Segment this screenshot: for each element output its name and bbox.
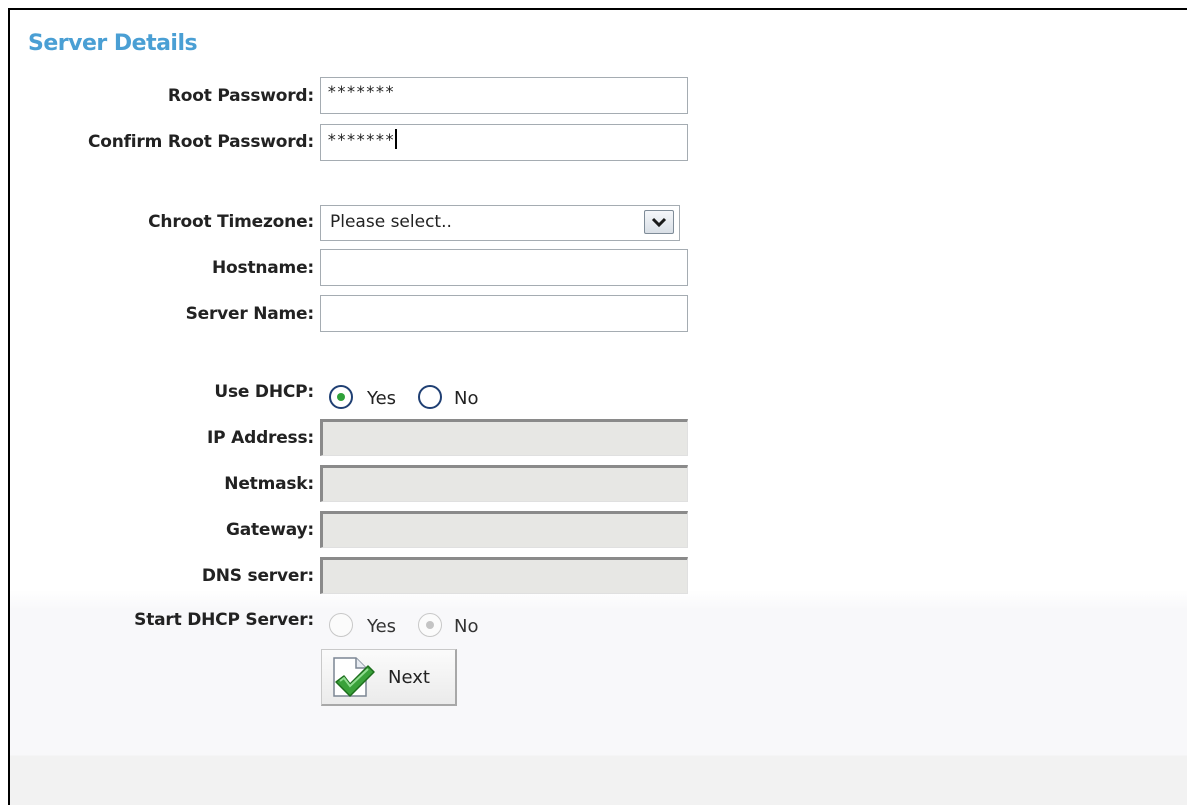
next-button[interactable]: Next [321,649,457,706]
gateway-label: Gateway: [225,520,314,540]
server-name-field[interactable] [320,295,688,332]
checkmark-document-icon [333,657,375,697]
hostname-label: Hostname: [212,258,314,278]
chroot-timezone-label: Chroot Timezone: [148,212,314,232]
ip-address-label: IP Address: [207,428,314,448]
use-dhcp-yes-label[interactable]: Yes [367,388,396,409]
next-button-label: Next [388,667,430,688]
root-password-field[interactable]: ******* [320,77,688,114]
text-caret [395,129,398,149]
chroot-timezone-selected: Please select.. [330,212,452,232]
start-dhcp-no-radio [418,613,442,637]
start-dhcp-no-label: No [454,616,479,637]
dns-server-field [320,557,688,594]
netmask-field [320,465,688,502]
start-dhcp-yes-label: Yes [367,616,397,637]
start-dhcp-server-label: Start DHCP Server: [134,610,314,630]
server-name-label: Server Name: [185,304,315,324]
netmask-label: Netmask: [224,474,314,494]
root-password-value: ******* [327,82,395,101]
page-title: Server Details [28,31,198,56]
use-dhcp-no-radio[interactable] [418,385,442,409]
use-dhcp-no-label[interactable]: No [454,388,478,409]
gateway-field [320,511,688,548]
chevron-down-icon[interactable] [644,210,674,234]
confirm-root-password-field[interactable]: ******* [320,124,688,161]
use-dhcp-yes-radio[interactable] [329,385,353,409]
confirm-root-password-value: ******* [327,130,395,149]
ip-address-field [320,419,688,456]
start-dhcp-yes-radio [329,613,353,637]
confirm-root-password-label: Confirm Root Password: [87,132,314,152]
root-password-label: Root Password: [167,86,314,106]
use-dhcp-label: Use DHCP: [214,382,314,402]
chroot-timezone-select[interactable]: Please select.. [320,205,680,241]
hostname-field[interactable] [320,249,688,286]
dns-server-label: DNS server: [201,566,314,586]
